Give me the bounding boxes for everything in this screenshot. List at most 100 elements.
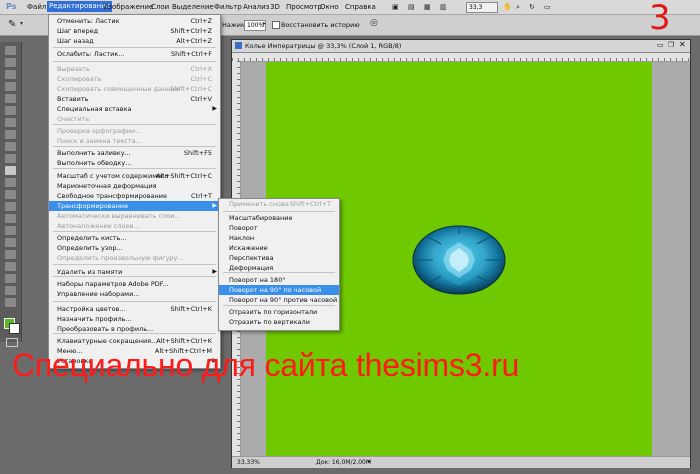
transform-menu-item[interactable]: Поворот на 90° против часовой	[219, 295, 339, 305]
hand-icon[interactable]: ✋	[503, 3, 512, 11]
document-title: Колье Императрицы @ 33,3% (Слой 1, RGB/8…	[245, 42, 402, 50]
edit-menu-item[interactable]: Трансформирование ▶	[49, 201, 220, 211]
transform-menu-item[interactable]: Наклон	[219, 233, 339, 243]
arrange-documents-icon[interactable]: ▥	[440, 3, 447, 11]
brush-tool-icon[interactable]	[5, 130, 16, 139]
edit-menu-item[interactable]: Назначить профиль...	[49, 314, 220, 324]
status-zoom[interactable]: 33,33%	[237, 459, 260, 466]
transform-menu-item[interactable]: Перспектива	[219, 253, 339, 263]
restore-history-checkbox[interactable]	[272, 21, 280, 29]
edit-menu-item-label: Проверка орфографии...	[57, 127, 142, 135]
zoom-icon[interactable]: ⌕	[516, 3, 520, 12]
edit-menu-item-label: Определить узор...	[57, 244, 123, 252]
menu-analysis[interactable]: Анализ	[243, 3, 269, 11]
transform-menu-item[interactable]: Поворот на 180°	[219, 275, 339, 285]
transform-menu-item-label: Поворот на 180°	[229, 276, 286, 284]
menu-layers[interactable]: Слои	[151, 3, 169, 11]
type-tool-icon[interactable]	[5, 226, 16, 235]
crop-tool-icon[interactable]	[5, 94, 16, 103]
pen-tool-icon[interactable]	[5, 214, 16, 223]
quick-mask-icon[interactable]	[6, 338, 18, 347]
brush-tool-icon[interactable]: ✎	[8, 19, 16, 30]
transform-menu-item[interactable]: Масштабирование	[219, 213, 339, 223]
menu-image[interactable]: Изображение	[103, 3, 153, 11]
edit-menu-item[interactable]: Шаг вперед Shift+Ctrl+Z	[49, 26, 220, 36]
menu-filter[interactable]: Фильтр	[214, 3, 242, 11]
menu-separator	[223, 305, 335, 306]
horizontal-ruler[interactable]	[232, 53, 690, 62]
bridge-icon[interactable]: ▣	[392, 3, 399, 11]
hand-tool-icon[interactable]	[5, 286, 16, 295]
shape-tool-icon[interactable]	[5, 250, 16, 259]
status-menu-icon[interactable]: ▸	[368, 458, 371, 465]
transform-menu-item: Применить снова Shift+Ctrl+T	[219, 199, 339, 209]
edit-menu-item[interactable]: Вставить Ctrl+V	[49, 94, 220, 104]
pressure-dropdown-icon[interactable]: ▸	[263, 20, 266, 27]
edit-menu-item[interactable]: Специальная вставка ▶	[49, 104, 220, 114]
edit-menu-item[interactable]: Наборы параметров Adobe PDF...	[49, 279, 220, 289]
menu-help[interactable]: Справка	[345, 3, 376, 11]
edit-menu-item[interactable]: Определить узор...	[49, 243, 220, 253]
eraser-tool-icon[interactable]	[5, 166, 16, 175]
3d-rotate-tool-icon[interactable]	[5, 262, 16, 271]
edit-menu-item[interactable]: Клавиатурные сокращения... Alt+Shift+Ctrl…	[49, 336, 220, 346]
transform-menu-item-label: Отразить по вертикали	[229, 318, 310, 326]
edit-menu-item-label: Свободное трансформирование	[57, 192, 168, 200]
dodge-tool-icon[interactable]	[5, 202, 16, 211]
edit-menu-item[interactable]: Определить кисть...	[49, 233, 220, 243]
edit-menu-item[interactable]: Марионеточная деформация	[49, 181, 220, 191]
close-icon[interactable]: ✕	[679, 40, 686, 49]
menu-separator	[53, 231, 216, 232]
document-tab[interactable]: Колье Императрицы @ 33,3% (Слой 1, RGB/8…	[232, 40, 690, 53]
edit-menu-item-label: Отменить: Ластик	[57, 17, 120, 25]
menu-separator	[53, 264, 216, 265]
menu-window[interactable]: Окно	[320, 3, 339, 11]
minimize-icon[interactable]: ▭	[657, 41, 664, 49]
screen-mode-icon[interactable]: ▭	[544, 3, 551, 11]
chevron-down-icon[interactable]: ▾	[20, 20, 23, 27]
transform-menu-item[interactable]: Отразить по вертикали	[219, 317, 339, 327]
gradient-tool-icon[interactable]	[5, 178, 16, 187]
blur-tool-icon[interactable]	[5, 190, 16, 199]
menu-bar: Ps Файл Редактирование Изображение Слои …	[0, 0, 700, 15]
edit-menu-item[interactable]: Отменить: Ластик Ctrl+Z	[49, 16, 220, 26]
menu-select[interactable]: Выделение	[172, 3, 214, 11]
clone-stamp-tool-icon[interactable]	[5, 142, 16, 151]
move-tool-icon[interactable]	[5, 46, 16, 55]
rotate-view-icon[interactable]: ↻	[529, 3, 535, 11]
healing-brush-tool-icon[interactable]	[5, 118, 16, 127]
tablet-pressure-icon[interactable]: ◎	[370, 18, 378, 28]
edit-menu-item-label: Очистить	[57, 115, 90, 123]
zoom-tool-icon[interactable]	[5, 298, 16, 307]
view-extras-icon[interactable]: ▦	[424, 3, 431, 11]
transform-menu-item[interactable]: Отразить по горизонтали	[219, 307, 339, 317]
zoom-level-select[interactable]: 33,3	[466, 2, 498, 13]
menu-3d[interactable]: 3D	[270, 3, 280, 11]
edit-menu-item[interactable]: Свободное трансформирование Ctrl+T	[49, 191, 220, 201]
edit-menu-item[interactable]: Выполнить обводку...	[49, 158, 220, 168]
edit-menu-item[interactable]: Ослабить: Ластик... Shift+Ctrl+F	[49, 49, 220, 59]
edit-menu-item[interactable]: Шаг назад Alt+Ctrl+Z	[49, 36, 220, 46]
transform-menu-item[interactable]: Искажение	[219, 243, 339, 253]
background-color-swatch[interactable]	[9, 323, 20, 334]
menu-file[interactable]: Файл	[27, 3, 46, 11]
minibridge-icon[interactable]: ▤	[408, 3, 415, 11]
history-brush-tool-icon[interactable]	[5, 154, 16, 163]
transform-menu-item[interactable]: Поворот	[219, 223, 339, 233]
edit-menu-item[interactable]: Выполнить заливку... Shift+F5	[49, 148, 220, 158]
3d-camera-tool-icon[interactable]	[5, 274, 16, 283]
edit-menu-item-shortcut: Shift+F5	[183, 149, 212, 157]
edit-menu-item[interactable]: Масштаб с учетом содержимого Alt+Shift+Ct…	[49, 171, 220, 181]
marquee-tool-icon[interactable]	[5, 58, 16, 67]
menu-separator	[53, 333, 216, 334]
edit-menu-item-shortcut: Ctrl+T	[191, 192, 212, 200]
restore-icon[interactable]: ❐	[668, 41, 674, 49]
menu-view[interactable]: Просмотр	[286, 3, 322, 11]
lasso-tool-icon[interactable]	[5, 70, 16, 79]
path-selection-tool-icon[interactable]	[5, 238, 16, 247]
quick-select-tool-icon[interactable]	[5, 82, 16, 91]
transform-menu-item[interactable]: Поворот на 90° по часовой	[219, 285, 339, 295]
edit-menu-item[interactable]: Управление наборами...	[49, 289, 220, 299]
eyedropper-tool-icon[interactable]	[5, 106, 16, 115]
edit-menu-item[interactable]: Настройка цветов... Shift+Ctrl+K	[49, 304, 220, 314]
